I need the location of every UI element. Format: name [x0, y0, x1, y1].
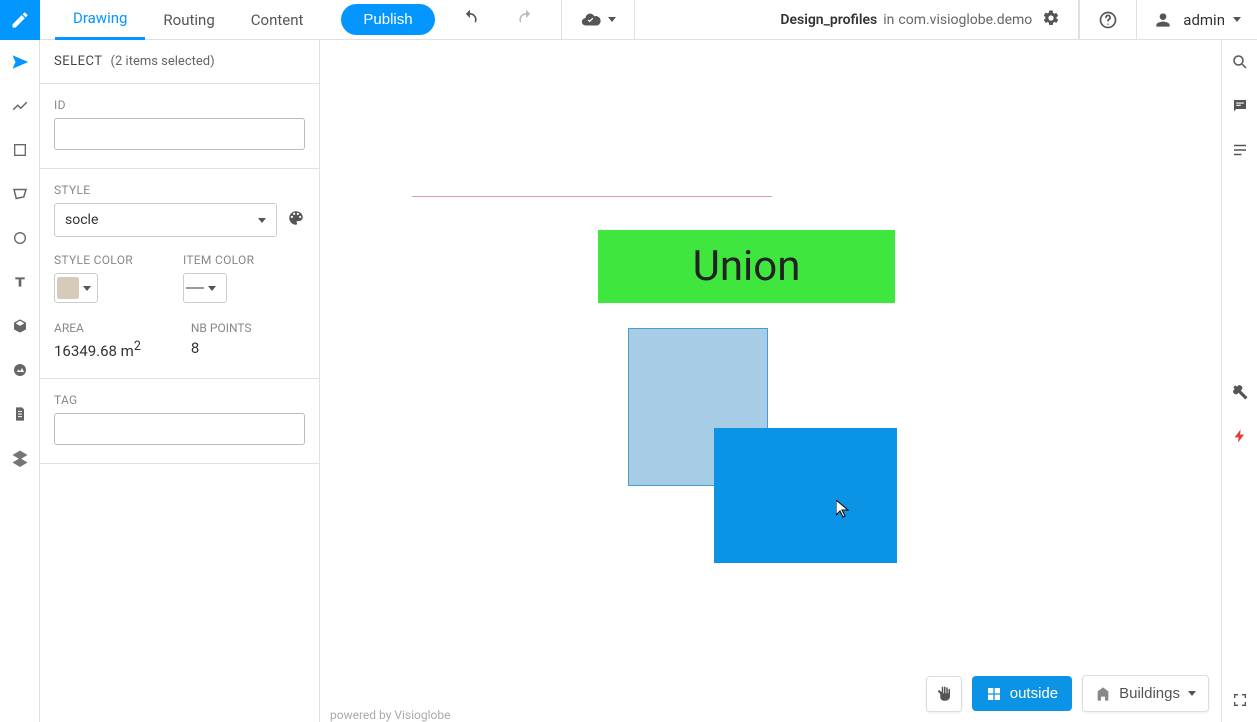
- powered-by: powered by Visioglobe: [330, 708, 450, 722]
- tag-label: TAG: [54, 393, 305, 407]
- tag-input[interactable]: [54, 413, 305, 445]
- cursor-icon: [836, 500, 850, 522]
- area-label: AREA: [54, 321, 141, 335]
- tab-drawing[interactable]: Drawing: [55, 0, 145, 40]
- id-label: ID: [54, 98, 305, 112]
- user-name: admin: [1183, 11, 1225, 29]
- tab-content[interactable]: Content: [233, 0, 322, 40]
- polygon-tool-icon[interactable]: [0, 172, 40, 216]
- redo-icon[interactable]: [516, 8, 536, 32]
- settings-icon[interactable]: [1042, 9, 1060, 31]
- item-color-label: ITEM COLOR: [183, 253, 254, 267]
- properties-panel: SELECT (2 items selected) ID STYLE socle…: [40, 40, 320, 722]
- style-color-picker[interactable]: [54, 273, 98, 303]
- image-tool-icon[interactable]: [0, 348, 40, 392]
- tab-routing[interactable]: Routing: [145, 0, 232, 40]
- right-rail: [1221, 40, 1257, 722]
- selection-header: SELECT (2 items selected): [40, 40, 319, 84]
- palette-icon[interactable]: [287, 209, 305, 231]
- help-icon: [1098, 10, 1118, 30]
- help-button[interactable]: [1079, 0, 1137, 39]
- style-color-label: STYLE COLOR: [54, 253, 133, 267]
- text-tool-icon[interactable]: [0, 260, 40, 304]
- bolt-icon[interactable]: [1222, 414, 1257, 458]
- chevron-down-icon: [83, 286, 91, 291]
- shape-union[interactable]: Union: [598, 230, 895, 303]
- publish-button[interactable]: Publish: [341, 4, 434, 35]
- building-icon: [1095, 686, 1111, 702]
- tools-icon[interactable]: [1222, 370, 1257, 414]
- chevron-down-icon: [208, 286, 216, 291]
- hand-icon: [935, 685, 953, 703]
- undo-icon[interactable]: [460, 8, 480, 32]
- style-select[interactable]: socle: [54, 203, 277, 237]
- undo-redo-group: [435, 0, 561, 39]
- rect-tool-icon[interactable]: [0, 128, 40, 172]
- document-tool-icon[interactable]: [0, 392, 40, 436]
- search-icon[interactable]: [1222, 40, 1257, 84]
- tool-rail: [0, 40, 40, 722]
- user-icon: [1153, 10, 1173, 30]
- cube-tool-icon[interactable]: [0, 304, 40, 348]
- outside-button[interactable]: outside: [972, 676, 1072, 711]
- top-bar: Drawing Routing Content Publish Design_p…: [0, 0, 1257, 40]
- area-value: 16349.68 m2: [54, 339, 141, 360]
- canvas-controls: outside Buildings: [926, 675, 1209, 712]
- pan-button[interactable]: [926, 676, 962, 712]
- line-tool-icon[interactable]: [0, 84, 40, 128]
- select-tool-icon[interactable]: [0, 40, 40, 84]
- app-logo: [0, 0, 40, 40]
- pencil-icon: [10, 10, 30, 30]
- points-label: NB POINTS: [191, 321, 252, 335]
- document-info: Design_profiles in com.visioglobe.demo: [762, 0, 1079, 39]
- cloud-check-icon: [580, 9, 602, 31]
- swatch-icon: [57, 277, 79, 299]
- guide-line: [412, 196, 772, 197]
- comment-icon[interactable]: [1222, 84, 1257, 128]
- chevron-down-icon: [608, 17, 616, 22]
- style-section: STYLE socle STYLE COLOR: [40, 169, 319, 379]
- body: SELECT (2 items selected) ID STYLE socle…: [0, 40, 1257, 722]
- main-tabs: Drawing Routing Content: [55, 0, 321, 40]
- shape-rect-blue[interactable]: [714, 428, 897, 563]
- chevron-down-icon: [1188, 691, 1196, 696]
- chevron-down-icon: [258, 218, 266, 223]
- points-value: 8: [191, 339, 252, 357]
- canvas[interactable]: Union powered by Visioglobe outside Buil…: [320, 40, 1221, 722]
- style-label: STYLE: [54, 183, 305, 197]
- fullscreen-icon[interactable]: [1222, 678, 1257, 722]
- doc-name: Design_profiles: [780, 12, 877, 28]
- id-input[interactable]: [54, 118, 305, 150]
- layers-tool-icon[interactable]: [0, 436, 40, 480]
- item-color-picker[interactable]: [183, 273, 227, 303]
- chevron-down-icon: [1233, 17, 1241, 22]
- id-section: ID: [40, 84, 319, 169]
- floor-icon: [986, 686, 1002, 702]
- tag-section: TAG: [40, 379, 319, 464]
- user-menu[interactable]: admin: [1137, 0, 1257, 39]
- dash-icon: [186, 287, 204, 289]
- circle-tool-icon[interactable]: [0, 216, 40, 260]
- list-icon[interactable]: [1222, 128, 1257, 172]
- buildings-button[interactable]: Buildings: [1082, 675, 1209, 712]
- cloud-status[interactable]: [561, 0, 635, 39]
